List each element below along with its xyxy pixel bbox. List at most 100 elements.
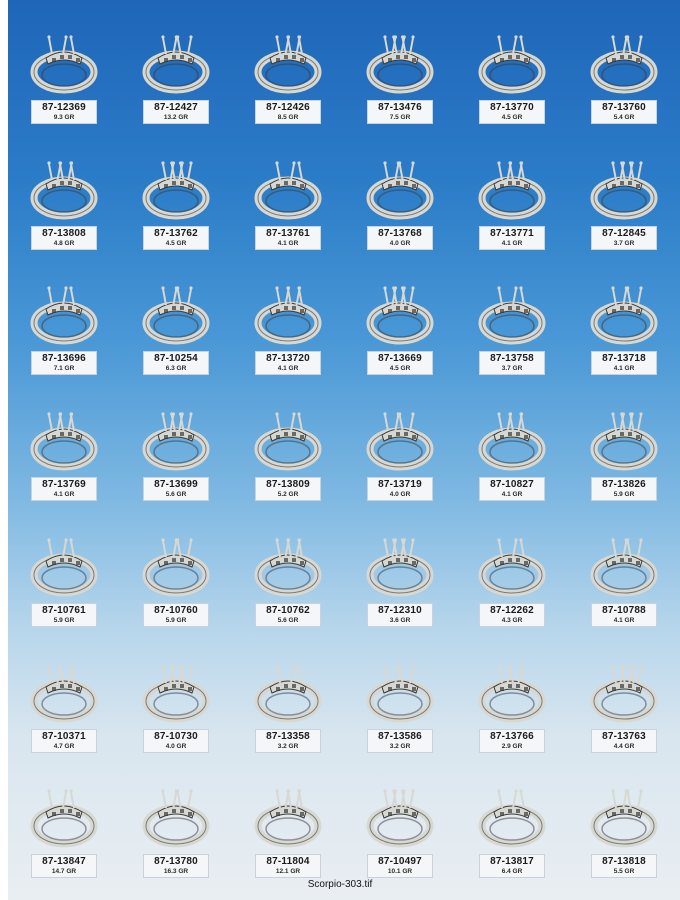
ring-item: 87-13826 5.9 GR	[568, 377, 680, 503]
ring-image	[360, 279, 440, 349]
product-tag: 87-13763 4.4 GR	[591, 728, 657, 753]
ring-item: 87-13763 4.4 GR	[568, 629, 680, 755]
product-code: 87-12426	[266, 102, 310, 113]
ring-image	[136, 28, 216, 98]
ring-item: 87-10497 10.1 GR	[344, 754, 456, 880]
ring-item: 87-11804 12.1 GR	[232, 754, 344, 880]
ring-item: 87-10827 4.1 GR	[456, 377, 568, 503]
ring-image	[360, 154, 440, 224]
ring-image	[248, 657, 328, 727]
product-weight: 4.1 GR	[613, 365, 635, 373]
product-code: 87-10788	[602, 604, 646, 616]
product-weight: 5.2 GR	[277, 491, 299, 499]
product-tag: 87-13771 4.1 GR	[479, 225, 545, 250]
product-tag: 87-13769 4.1 GR	[31, 477, 97, 502]
product-code: 87-10760	[154, 604, 198, 616]
product-code: 87-13762	[154, 227, 198, 239]
ring-illustration	[254, 789, 322, 848]
ring-illustration	[366, 161, 434, 220]
product-weight: 8.5 GR	[277, 114, 299, 121]
product-code: 87-10761	[42, 604, 86, 616]
product-weight: 4.7 GR	[53, 742, 75, 750]
product-weight: 4.3 GR	[501, 616, 523, 624]
ring-item: 87-10730 4.0 GR	[120, 629, 232, 755]
ring-illustration	[366, 412, 434, 471]
product-weight: 5.4 GR	[613, 114, 635, 121]
ring-illustration	[366, 663, 434, 723]
ring-item: 87-13817 6.4 GR	[456, 754, 568, 880]
ring-item: 87-13808 4.8 GR	[8, 126, 120, 252]
ring-item: 87-12427 13.2 GR	[120, 0, 232, 126]
ring-item: 87-12262 4.3 GR	[456, 503, 568, 629]
product-code: 87-10827	[490, 479, 534, 491]
ring-item: 87-13719 4.0 GR	[344, 377, 456, 503]
product-weight: 4.1 GR	[53, 491, 75, 499]
product-tag: 87-10497 10.1 GR	[367, 854, 433, 879]
product-weight: 2.9 GR	[501, 742, 523, 750]
ring-item: 87-13669 4.5 GR	[344, 251, 456, 377]
product-code: 87-10730	[154, 730, 198, 742]
ring-item: 87-13769 4.1 GR	[8, 377, 120, 503]
product-weight: 5.9 GR	[53, 616, 75, 624]
ring-illustration	[478, 789, 546, 848]
product-tag: 87-10761 5.9 GR	[31, 602, 97, 627]
ring-item: 87-10788 4.1 GR	[568, 503, 680, 629]
product-tag: 87-12369 9.3 GR	[31, 100, 97, 124]
ring-image	[24, 531, 104, 601]
ring-image	[584, 531, 664, 601]
product-tag: 87-10371 4.7 GR	[31, 728, 97, 753]
product-tag: 87-10730 4.0 GR	[143, 728, 209, 753]
ring-illustration	[366, 789, 434, 848]
product-tag: 87-13758 3.7 GR	[479, 351, 545, 376]
ring-illustration	[142, 789, 210, 848]
product-tag: 87-13817 6.4 GR	[479, 854, 545, 879]
ring-catalog-grid: 87-12369 9.3 GR 87-12427 13.2 GR 87-12426 8.5…	[8, 0, 680, 880]
product-code: 87-13718	[602, 353, 646, 365]
product-tag: 87-13720 4.1 GR	[255, 351, 321, 376]
product-weight: 4.1 GR	[277, 239, 299, 247]
product-tag: 87-12262 4.3 GR	[479, 602, 545, 627]
ring-image	[472, 657, 552, 727]
ring-image	[248, 531, 328, 601]
ring-image	[136, 657, 216, 727]
ring-item: 87-10760 5.9 GR	[120, 503, 232, 629]
product-code: 87-10762	[266, 604, 310, 616]
file-name-caption: Scorpio-303.tif	[307, 879, 373, 890]
ring-illustration	[478, 35, 546, 94]
ring-image	[360, 405, 440, 475]
product-tag: 87-13718 4.1 GR	[591, 351, 657, 376]
ring-image	[584, 405, 664, 475]
product-weight: 3.6 GR	[389, 616, 411, 624]
ring-item: 87-13720 4.1 GR	[232, 251, 344, 377]
ring-image	[584, 154, 664, 224]
ring-image	[136, 405, 216, 475]
ring-illustration	[30, 663, 98, 723]
ring-item: 87-10371 4.7 GR	[8, 629, 120, 755]
product-weight: 5.9 GR	[613, 491, 635, 499]
ring-illustration	[478, 538, 546, 597]
ring-illustration	[30, 161, 98, 220]
ring-item: 87-12845 3.7 GR	[568, 126, 680, 252]
product-tag: 87-13768 4.0 GR	[367, 225, 433, 250]
product-tag: 87-11804 12.1 GR	[255, 854, 321, 879]
ring-item: 87-13699 5.6 GR	[120, 377, 232, 503]
product-code: 87-12369	[42, 102, 86, 113]
ring-image	[136, 531, 216, 601]
ring-image	[584, 28, 664, 98]
product-tag: 87-12427 13.2 GR	[143, 100, 209, 124]
ring-image	[360, 531, 440, 601]
product-weight: 5.5 GR	[613, 868, 635, 876]
product-code: 87-13770	[490, 102, 534, 113]
ring-image	[584, 279, 664, 349]
product-code: 87-13769	[42, 479, 86, 491]
product-tag: 87-13826 5.9 GR	[591, 477, 657, 502]
ring-image	[472, 531, 552, 601]
product-weight: 4.1 GR	[613, 616, 635, 624]
product-code: 87-13847	[42, 856, 86, 868]
ring-illustration	[590, 286, 658, 345]
ring-illustration	[30, 538, 98, 597]
product-code: 87-10497	[378, 856, 422, 868]
product-weight: 5.6 GR	[277, 616, 299, 624]
ring-illustration	[478, 412, 546, 471]
product-code: 87-13476	[378, 102, 422, 113]
